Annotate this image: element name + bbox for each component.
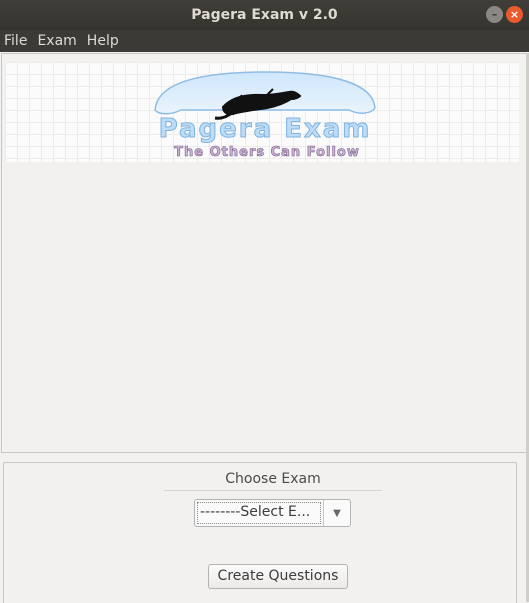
pagera-logo: Pagera Exam The Others Can Follow	[154, 71, 376, 160]
choose-exam-label: Choose Exam	[225, 471, 321, 487]
title-bar: Pagera Exam v 2.0 – ×	[0, 0, 529, 30]
menu-file[interactable]: File	[0, 33, 31, 49]
exam-select[interactable]: --------Select E... ▼	[194, 499, 351, 527]
chevron-down-icon[interactable]: ▼	[323, 500, 350, 526]
menu-help[interactable]: Help	[83, 33, 123, 49]
divider	[164, 490, 382, 491]
menu-exam[interactable]: Exam	[33, 33, 80, 49]
close-icon: ×	[509, 8, 520, 21]
exam-select-value: --------Select E...	[197, 502, 321, 524]
main-panel: Pagera Exam The Others Can Follow	[1, 53, 527, 453]
create-questions-button[interactable]: Create Questions	[208, 564, 348, 589]
logo-banner: Pagera Exam The Others Can Follow	[5, 62, 519, 162]
minimize-icon: –	[491, 8, 498, 21]
menu-bar: File Exam Help	[0, 30, 529, 52]
close-button[interactable]: ×	[506, 6, 523, 23]
logo-tagline: The Others Can Follow	[174, 145, 360, 160]
window-title: Pagera Exam v 2.0	[191, 7, 338, 23]
minimize-button[interactable]: –	[486, 6, 503, 23]
logo-text: Pagera Exam	[159, 114, 372, 144]
exam-selection-panel: Choose Exam --------Select E... ▼ Create…	[3, 462, 517, 603]
